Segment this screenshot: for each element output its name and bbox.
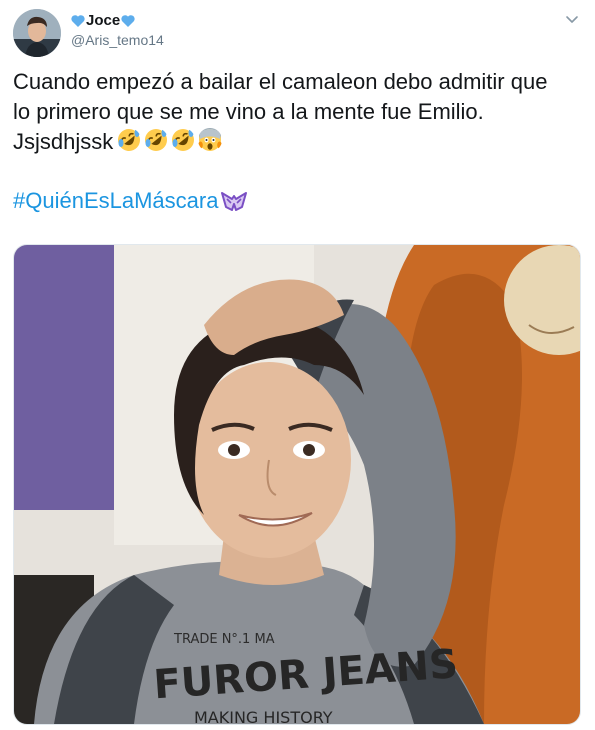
tweet-line: lo primero que se me vino a la mente fue…: [13, 99, 484, 124]
hashtag-line[interactable]: #QuiénEsLaMáscara: [13, 186, 248, 216]
rolling-on-floor-laughing-icon: [172, 129, 195, 151]
avatar-photo: [13, 9, 61, 57]
tweet-text: Cuando empezó a bailar el camaleon debo …: [13, 67, 583, 157]
user-handle[interactable]: @Aris_temo14: [71, 32, 164, 49]
avatar[interactable]: [13, 9, 61, 57]
photo-scene: TRADE N°.1 MA FUROR JEANS MAKING HISTORY: [14, 245, 580, 724]
tweet-media-photo[interactable]: TRADE N°.1 MA FUROR JEANS MAKING HISTORY: [13, 244, 581, 725]
tweet-line-last: Jsjsdhjssk: [13, 127, 583, 157]
purple-mask-icon: [221, 192, 248, 211]
rolling-on-floor-laughing-icon: [118, 129, 141, 151]
blue-heart-icon: [71, 15, 85, 27]
tweet-line: Cuando empezó a bailar el camaleon debo …: [13, 69, 548, 94]
tweet-line-text: Jsjsdhjssk: [13, 129, 114, 154]
shirt-print-bottom: MAKING HISTORY: [194, 708, 333, 724]
blue-heart-icon: [121, 15, 135, 27]
rolling-on-floor-laughing-icon: [145, 129, 168, 151]
display-name-row[interactable]: Joce: [70, 12, 136, 30]
purple-poster: [14, 245, 114, 510]
display-name: Joce: [86, 12, 121, 29]
emoji-row: [117, 128, 223, 152]
hashtag-link[interactable]: #QuiénEsLaMáscara: [13, 186, 218, 216]
chevron-down-icon[interactable]: [565, 15, 579, 25]
screaming-in-fear-icon: [198, 128, 223, 151]
shirt-print-top: TRADE N°.1 MA: [173, 632, 275, 647]
